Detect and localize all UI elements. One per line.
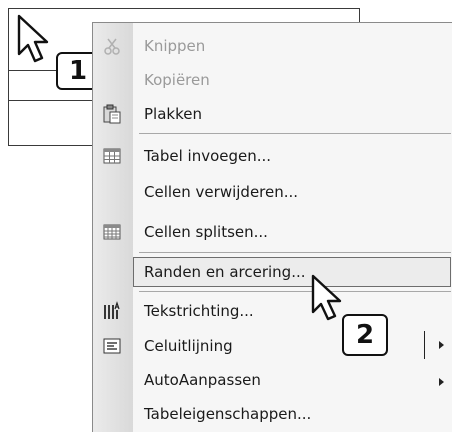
split-cells-icon [101, 221, 123, 243]
menu-separator [139, 252, 451, 253]
submenu-arrow-icon [439, 378, 444, 386]
menu-item-text-direction[interactable]: Tekstrichting... [93, 294, 452, 328]
cell-alignment-icon [101, 335, 123, 357]
menu-item-label: Knippen [144, 37, 206, 55]
menu-separator [139, 133, 451, 134]
menu-item-label: Cellen splitsen... [144, 223, 268, 241]
text-direction-icon [101, 300, 123, 322]
menu-item-label: Tabeleigenschappen... [144, 405, 312, 423]
table-row-line [8, 100, 92, 101]
step-badge-2: 2 [342, 314, 388, 356]
menu-item-table-properties[interactable]: Tabeleigenschappen... [93, 397, 452, 431]
submenu-arrow-icon [439, 341, 444, 349]
table-border-left [8, 8, 9, 146]
table-border-top [8, 8, 360, 9]
table-border-bottom [8, 145, 92, 146]
mouse-pointer-icon [17, 14, 49, 63]
menu-item-borders-shading[interactable]: Randen en arcering... [93, 255, 452, 289]
submenu-divider [424, 331, 425, 359]
menu-separator [139, 291, 451, 292]
menu-item-copy[interactable]: Kopiëren [93, 63, 452, 97]
menu-item-label: AutoAanpassen [144, 371, 261, 389]
menu-item-label: Kopiëren [144, 71, 210, 89]
insert-table-icon [101, 145, 123, 167]
menu-item-label: Tekstrichting... [144, 302, 254, 320]
menu-item-delete-cells[interactable]: Cellen verwijderen... [93, 175, 452, 209]
menu-item-autofit[interactable]: AutoAanpassen [93, 363, 452, 397]
menu-item-label: Randen en arcering... [144, 263, 306, 281]
menu-item-label: Celuitlijning [144, 337, 233, 355]
step-badge-2-label: 2 [355, 320, 375, 350]
menu-item-label: Plakken [144, 105, 202, 123]
menu-item-paste[interactable]: Plakken [93, 97, 452, 131]
scissors-icon [101, 35, 123, 57]
menu-item-insert-table[interactable]: Tabel invoegen... [93, 139, 452, 173]
mouse-pointer-icon [311, 274, 342, 321]
paste-icon [101, 103, 123, 125]
menu-item-cut[interactable]: Knippen [93, 29, 452, 63]
menu-item-label: Cellen verwijderen... [144, 183, 299, 201]
menu-item-cell-alignment[interactable]: Celuitlijning [93, 329, 452, 363]
table-border-right [359, 8, 360, 23]
context-menu: Knippen Kopiëren Plakken Tabel invoegen.… [92, 22, 452, 432]
menu-item-split-cells[interactable]: Cellen splitsen... [93, 215, 452, 249]
menu-item-label: Tabel invoegen... [144, 147, 272, 165]
step-badge-1-label: 1 [68, 56, 88, 86]
